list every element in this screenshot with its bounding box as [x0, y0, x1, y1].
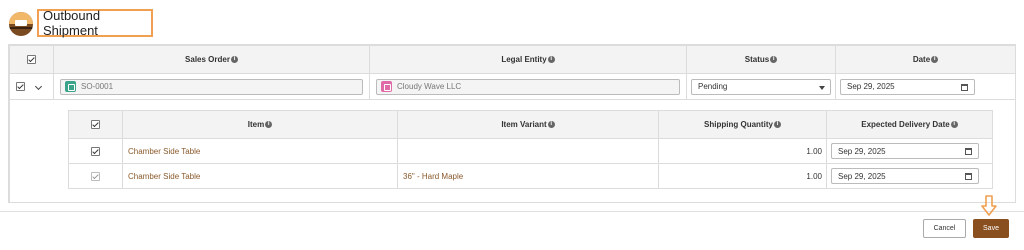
items-table: Item i Item Variant i Shipping Quantity i E… [68, 110, 993, 189]
expected-delivery-date-cell: Sep 29, 2025 [826, 163, 993, 189]
item-row-checkbox[interactable] [91, 171, 100, 181]
sales-order-cell: SO-0001 [53, 73, 370, 100]
date-header: Date i [835, 45, 1016, 74]
items-header-row: Item i Item Variant i Shipping Quantity i E… [68, 110, 993, 139]
calendar-icon[interactable] [965, 148, 972, 155]
item-header: Item i [122, 110, 398, 139]
calendar-icon[interactable] [961, 83, 968, 91]
save-button[interactable]: Save [973, 219, 1009, 238]
legal-entity-field[interactable]: Cloudy Wave LLC [376, 78, 680, 95]
items-select-all-checkbox[interactable] [91, 120, 100, 130]
order-row: SO-0001 Cloudy Wave LLC Pending Sep 29, … [9, 73, 1016, 100]
item-variant-cell: 36" - Hard Maple [397, 163, 659, 189]
date-input[interactable]: Sep 29, 2025 [840, 78, 975, 95]
info-icon: i [547, 56, 555, 64]
info-icon: i [265, 121, 273, 129]
info-icon: i [773, 121, 781, 129]
shipping-quantity-header: Shipping Quantity i [658, 110, 827, 139]
items-panel: Item i Item Variant i Shipping Quantity i E… [68, 110, 993, 190]
status-cell: Pending [686, 73, 836, 100]
select-all-checkbox[interactable] [27, 55, 36, 65]
legal-entity-header: Legal Entity i [369, 45, 687, 74]
item-cell: Chamber Side Table [122, 163, 398, 189]
info-icon: i [950, 121, 958, 129]
item-link[interactable]: Chamber Side Table [128, 147, 200, 156]
shipping-quantity-cell: 1.00 [658, 138, 827, 164]
table-row: Chamber Side Table 1.00 Sep 29, 2025 [68, 138, 993, 164]
sales-order-icon [65, 81, 76, 92]
caret-down-icon [819, 85, 825, 90]
info-icon: i [931, 56, 939, 64]
building-icon [381, 81, 392, 92]
date-cell: Sep 29, 2025 [835, 73, 1016, 100]
calendar-icon[interactable] [965, 173, 972, 180]
info-icon: i [547, 121, 555, 129]
arrow-down-icon [981, 195, 997, 216]
expected-delivery-date-header: Expected Delivery Date i [826, 110, 993, 139]
status-select[interactable]: Pending [691, 78, 831, 95]
items-select-all-header [68, 110, 123, 139]
item-variant-cell [397, 138, 659, 164]
item-row-checkbox-cell [68, 138, 123, 164]
delivery-truck-logo-icon [9, 12, 33, 36]
item-variant-header: Item Variant i [397, 110, 659, 139]
item-row-checkbox[interactable] [91, 146, 100, 156]
outbound-shipment-page: Outbound Shipment Sales Order i Legal Ent… [0, 0, 1024, 250]
expected-delivery-date-input[interactable]: Sep 29, 2025 [831, 168, 979, 184]
status-header: Status i [686, 45, 836, 74]
order-row-controls [9, 73, 54, 100]
page-title: Outbound Shipment [43, 8, 101, 38]
info-icon: i [770, 56, 778, 64]
expand-toggle[interactable] [31, 82, 45, 91]
item-row-checkbox-cell [68, 163, 123, 189]
item-cell: Chamber Side Table [122, 138, 398, 164]
chevron-down-icon [34, 82, 42, 90]
item-link[interactable]: Chamber Side Table [128, 172, 200, 181]
shipping-quantity-cell: 1.00 [658, 163, 827, 189]
sales-order-field[interactable]: SO-0001 [60, 78, 363, 95]
cancel-button[interactable]: Cancel [923, 219, 966, 238]
page-title-box: Outbound Shipment [37, 8, 153, 38]
info-icon: i [230, 56, 238, 64]
footer-divider [0, 211, 1024, 212]
table-row: Chamber Side Table 36" - Hard Maple 1.00… [68, 163, 993, 189]
expected-delivery-date-input[interactable]: Sep 29, 2025 [831, 143, 979, 159]
expected-delivery-date-cell: Sep 29, 2025 [826, 138, 993, 164]
sales-order-header: Sales Order i [53, 45, 370, 74]
orders-header-row: Sales Order i Legal Entity i Status i Date i [9, 45, 1016, 74]
legal-entity-cell: Cloudy Wave LLC [369, 73, 687, 100]
select-all-header [9, 45, 54, 74]
order-row-checkbox[interactable] [16, 82, 25, 92]
